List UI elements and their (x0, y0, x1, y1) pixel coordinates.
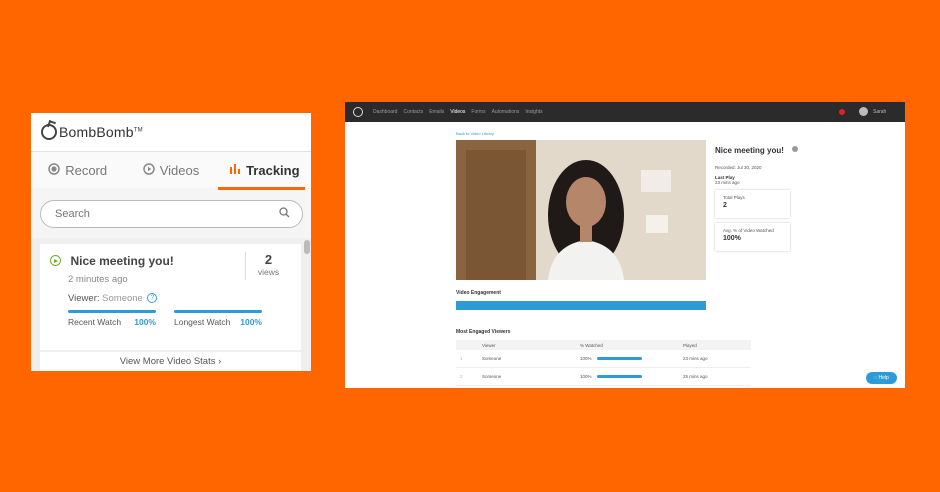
viewer-info: Viewer: Someone ? (68, 293, 291, 304)
tab-videos-label: Videos (159, 162, 200, 178)
nav-emails[interactable]: Emails (429, 109, 444, 115)
scrollbar-thumb[interactable] (304, 240, 310, 254)
col-viewer: Viewer (478, 340, 576, 350)
video-list: Nice meeting you! 2 minutes ago 2 views … (31, 238, 311, 371)
longest-watch-stat: Longest Watch 100% (174, 310, 262, 327)
row-watched: 100% (576, 367, 679, 386)
bar-chart-icon (229, 163, 241, 178)
nav-dashboard[interactable]: Dashboard (373, 109, 397, 115)
search-box (40, 200, 303, 228)
row-played: 25 mins ago (679, 367, 751, 386)
nav-contacts[interactable]: Contacts (403, 109, 423, 115)
recent-watch-stat: Recent Watch 100% (68, 310, 156, 327)
row-viewer: Someone (478, 350, 576, 368)
nav-forms[interactable]: Forms (471, 109, 485, 115)
engaged-viewers-title: Most Engaged Viewers (456, 329, 511, 335)
views-label: views (257, 267, 280, 277)
video-frame-image (456, 140, 706, 280)
bombbomb-logo-icon (41, 124, 57, 140)
popup-tabs: Record Videos Tracking (31, 152, 311, 190)
notification-dot-icon[interactable] (839, 109, 845, 115)
top-nav: Dashboard Contacts Emails Videos Forms A… (345, 102, 905, 122)
col-watched: % Watched (576, 340, 679, 350)
table-row[interactable]: 2 Someone 100% 25 mins ago (456, 367, 751, 386)
viewer-name: Someone (102, 293, 143, 304)
table-row[interactable]: 1 Someone 100% 23 mins ago (456, 350, 751, 368)
record-icon (48, 162, 60, 178)
video-summary-panel: Nice meeting you! Recorded: Jul 30, 2020… (715, 140, 799, 251)
row-index: 2 (456, 367, 478, 386)
play-circle-icon[interactable] (50, 255, 61, 267)
play-icon (142, 162, 155, 178)
row-played: 23 mins ago (679, 350, 751, 368)
help-question-icon[interactable]: ? (147, 293, 158, 304)
views-counter: 2 views (245, 252, 291, 280)
table-header-row: Viewer % Watched Played (456, 340, 751, 350)
nav-automations[interactable]: Automations (492, 109, 520, 115)
engagement-bar (456, 301, 706, 310)
tab-videos[interactable]: Videos (124, 152, 217, 188)
longest-watch-value: 100% (240, 317, 262, 327)
row-watched: 100% (576, 350, 679, 368)
row-watched-value: 100% (580, 356, 592, 361)
longest-watch-label: Longest Watch (174, 317, 231, 327)
total-plays-value: 2 (723, 202, 727, 209)
help-button[interactable]: ◌ Help (866, 372, 897, 384)
longest-watch-bar (174, 310, 262, 313)
search-input[interactable] (53, 207, 237, 221)
help-label: Help (878, 375, 889, 381)
row-index: 1 (456, 350, 478, 368)
engagement-title: Video Engagement (456, 290, 501, 296)
chat-bubble-icon: ◌ (874, 375, 878, 381)
row-viewer: Someone (478, 367, 576, 386)
video-card[interactable]: Nice meeting you! 2 minutes ago 2 views … (40, 244, 301, 350)
row-watched-value: 100% (580, 374, 592, 379)
viewer-label: Viewer: (68, 293, 100, 304)
row-watched-bar (596, 357, 642, 361)
last-play-value: 23 mins ago (715, 180, 740, 185)
recorded-date: Recorded: Jul 30, 2020 (715, 165, 762, 170)
avatar[interactable] (859, 107, 868, 116)
recent-watch-bar (68, 310, 156, 313)
bombbomb-extension-popup: BombBombTM Record Videos Tracking Search… (31, 113, 311, 371)
col-played: Played (679, 340, 751, 350)
back-to-library-link[interactable]: Back to Video Library (456, 131, 494, 136)
tab-tracking-label: Tracking (246, 162, 300, 178)
avg-watched-card: Avg. % of Video Watched 100% (715, 223, 790, 251)
row-watched-bar (596, 375, 642, 379)
tab-record[interactable]: Record (31, 152, 124, 188)
video-stats-dashboard: Dashboard Contacts Emails Videos Forms A… (345, 102, 905, 388)
search-icon[interactable] (279, 205, 290, 223)
settings-gear-icon[interactable] (792, 145, 799, 152)
brand-name: BombBombTM (59, 124, 143, 140)
video-title: Nice meeting you! (715, 146, 784, 155)
video-title: Nice meeting you! (70, 253, 174, 268)
bombbomb-logo-icon[interactable] (353, 107, 363, 117)
views-count: 2 (264, 252, 273, 267)
view-more-stats-link[interactable]: View More Video Stats › (40, 352, 301, 371)
search-area (31, 188, 311, 238)
col-index (456, 340, 478, 350)
avg-watched-label: Avg. % of Video Watched (723, 228, 774, 233)
engaged-viewers-table: Viewer % Watched Played 1 Someone 100% 2… (456, 340, 751, 386)
total-plays-label: Total Plays (723, 195, 745, 200)
tab-tracking[interactable]: Tracking (217, 152, 311, 190)
popup-header: BombBombTM (31, 113, 311, 152)
recent-watch-value: 100% (134, 317, 156, 327)
total-plays-card: Total Plays 2 (715, 190, 790, 218)
avg-watched-value: 100% (723, 235, 741, 242)
watch-stats: Recent Watch 100% Longest Watch 100% (68, 310, 291, 327)
nav-videos[interactable]: Videos (450, 109, 465, 115)
tab-record-label: Record (65, 162, 108, 178)
video-thumbnail[interactable] (456, 140, 706, 280)
recent-watch-label: Recent Watch (68, 317, 122, 327)
user-menu[interactable]: Sarah (873, 109, 886, 115)
nav-insights[interactable]: Insights (525, 109, 542, 115)
